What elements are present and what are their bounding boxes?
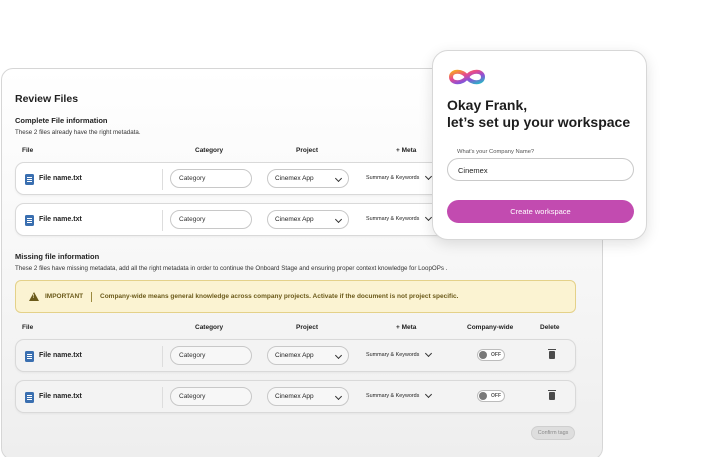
- file-name: File name.txt: [39, 352, 82, 359]
- complete-section-description: These 2 files already have the right met…: [15, 129, 141, 136]
- project-value: Cinemex App: [275, 216, 314, 223]
- file-name: File name.txt: [39, 393, 82, 400]
- missing-file-row: File name.txt Category Cinemex App Summa…: [15, 380, 576, 413]
- project-value: Cinemex App: [275, 393, 314, 400]
- col-file: File: [22, 147, 34, 154]
- workspace-title-line2: let’s set up your workspace: [447, 114, 631, 130]
- project-select[interactable]: Cinemex App: [267, 210, 349, 229]
- file-icon: [25, 392, 34, 403]
- company-wide-toggle[interactable]: OFF: [477, 390, 505, 402]
- company-name-input[interactable]: Cinemex: [447, 158, 634, 181]
- file-name: File name.txt: [39, 216, 82, 223]
- category-input[interactable]: Category: [170, 169, 252, 188]
- toggle-knob: [479, 351, 487, 359]
- chevron-down-icon: [334, 392, 343, 401]
- category-input[interactable]: Category: [170, 210, 252, 229]
- project-value: Cinemex App: [275, 175, 314, 182]
- col-category: Category: [195, 147, 224, 154]
- warning-icon: [29, 292, 39, 301]
- col-category: Category: [195, 324, 224, 331]
- divider: [162, 169, 163, 190]
- trash-icon[interactable]: [548, 390, 556, 400]
- meta-select[interactable]: Summary & Keywords: [366, 393, 419, 399]
- col-meta: + Meta: [396, 324, 417, 331]
- important-text: Company-wide means general knowledge acr…: [100, 293, 459, 300]
- col-file: File: [22, 324, 34, 331]
- infinity-logo-icon: [448, 69, 486, 85]
- divider: [91, 292, 92, 302]
- project-value: Cinemex App: [275, 352, 314, 359]
- chevron-down-icon[interactable]: [424, 172, 433, 181]
- company-name-label: What's your Company Name?: [457, 149, 535, 155]
- stage: Review Files Complete File information T…: [0, 0, 712, 457]
- file-icon: [25, 351, 34, 362]
- divider: [162, 210, 163, 231]
- review-title: Review Files: [15, 93, 79, 105]
- trash-icon[interactable]: [548, 349, 556, 359]
- chevron-down-icon: [334, 215, 343, 224]
- meta-select[interactable]: Summary & Keywords: [366, 175, 419, 181]
- divider: [162, 387, 163, 408]
- chevron-down-icon: [334, 351, 343, 360]
- col-project: Project: [296, 147, 319, 154]
- missing-file-row: File name.txt Category Cinemex App Summa…: [15, 339, 576, 372]
- workspace-title: Okay Frank, let’s set up your workspace: [447, 97, 630, 131]
- toggle-state: OFF: [491, 393, 501, 399]
- workspace-setup-card: Okay Frank, let’s set up your workspace …: [432, 50, 647, 240]
- col-company-wide: Company-wide: [467, 324, 514, 331]
- divider: [162, 346, 163, 367]
- complete-section-title: Complete File information: [15, 116, 108, 125]
- category-input[interactable]: Category: [170, 387, 252, 406]
- project-select[interactable]: Cinemex App: [267, 169, 349, 188]
- workspace-title-line1: Okay Frank,: [447, 97, 528, 113]
- toggle-state: OFF: [491, 352, 501, 358]
- missing-section-title: Missing file information: [15, 252, 100, 261]
- file-name: File name.txt: [39, 175, 82, 182]
- project-select[interactable]: Cinemex App: [267, 346, 349, 365]
- chevron-down-icon[interactable]: [424, 390, 433, 399]
- project-select[interactable]: Cinemex App: [267, 387, 349, 406]
- category-input[interactable]: Category: [170, 346, 252, 365]
- col-meta: + Meta: [396, 147, 417, 154]
- chevron-down-icon: [334, 174, 343, 183]
- confirm-tags-button[interactable]: Confirm tags: [531, 426, 575, 440]
- create-workspace-button[interactable]: Create workspace: [447, 200, 634, 223]
- important-notice: IMPORTANT Company-wide means general kno…: [15, 280, 576, 313]
- file-icon: [25, 174, 34, 185]
- toggle-knob: [479, 392, 487, 400]
- file-icon: [25, 215, 34, 226]
- meta-select[interactable]: Summary & Keywords: [366, 352, 419, 358]
- col-delete: Delete: [540, 324, 560, 331]
- missing-section-description: These 2 files have missing metadata, add…: [15, 265, 448, 272]
- company-wide-toggle[interactable]: OFF: [477, 349, 505, 361]
- chevron-down-icon[interactable]: [424, 213, 433, 222]
- chevron-down-icon[interactable]: [424, 349, 433, 358]
- col-project: Project: [296, 324, 319, 331]
- meta-select[interactable]: Summary & Keywords: [366, 216, 419, 222]
- important-label: IMPORTANT: [45, 293, 84, 300]
